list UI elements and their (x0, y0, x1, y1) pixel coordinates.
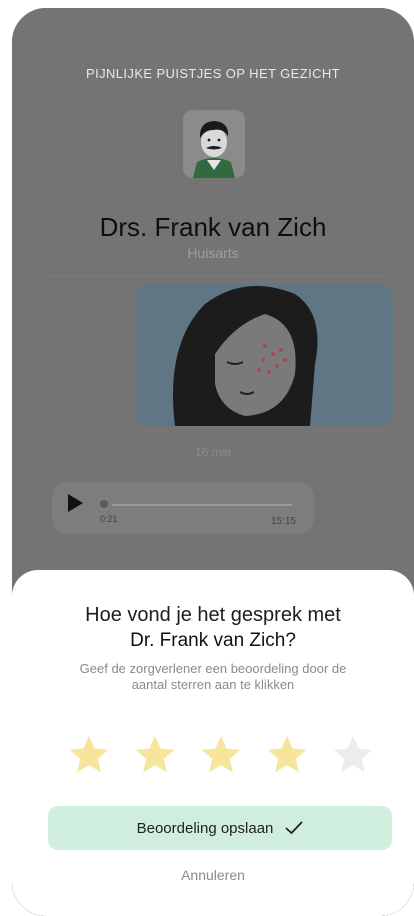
message-date: 16 mei (194, 445, 232, 459)
star-icon[interactable] (198, 732, 244, 778)
audio-current-time: 0:21 (100, 514, 118, 524)
conversation-topic: PIJNLIJKE PUISTJES OP HET GEZICHT (86, 66, 340, 81)
audio-scrubber[interactable] (100, 500, 108, 508)
doctor-avatar (183, 110, 245, 178)
divider (48, 276, 388, 277)
save-rating-label: Beoordeling opslaan (136, 819, 274, 837)
cancel-button[interactable]: Annuleren (12, 867, 414, 883)
save-rating-button[interactable]: Beoordeling opslaan (48, 806, 392, 850)
star-icon[interactable] (132, 732, 178, 778)
rating-sheet: Hoe vond je het gesprek met Dr. Frank va… (12, 570, 414, 916)
rating-question-line1: Hoe vond je het gesprek met (85, 604, 341, 626)
play-icon[interactable] (68, 494, 83, 512)
star-rating (66, 732, 376, 778)
rating-hint: Geef de zorgverlener een beoordeling doo… (79, 661, 347, 692)
rating-question-line2: Dr. Frank van Zich? (130, 630, 296, 651)
doctor-name: Drs. Frank van Zich (99, 212, 327, 242)
phone-screen: PIJNLIJKE PUISTJES OP HET GEZICHT Drs. F… (12, 8, 414, 916)
doctor-role: Huisarts (187, 245, 239, 261)
attached-photo[interactable] (135, 284, 393, 426)
audio-message[interactable]: 0:21 15:15 (52, 482, 314, 534)
audio-duration: 15:15 (270, 516, 296, 527)
star-icon[interactable] (330, 732, 376, 778)
audio-waveform[interactable] (112, 504, 292, 506)
check-icon (285, 821, 303, 834)
star-icon[interactable] (264, 732, 310, 778)
star-icon[interactable] (66, 732, 112, 778)
